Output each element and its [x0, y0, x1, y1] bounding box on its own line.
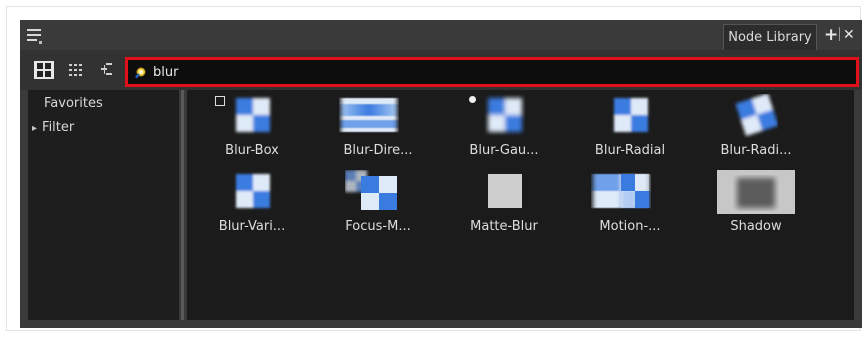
node-item[interactable]: Shadow	[701, 170, 811, 246]
favorite-checkbox[interactable]	[215, 96, 225, 106]
status-dot	[469, 96, 476, 103]
node-item[interactable]: Matte-Blur	[449, 170, 559, 246]
motion-blur-icon	[591, 170, 651, 214]
node-label: Shadow	[730, 219, 782, 234]
node-label: Matte-Blur	[470, 219, 538, 234]
shadow-icon	[717, 170, 795, 214]
node-item[interactable]: Blur-Gau...	[449, 94, 559, 170]
node-item[interactable]: Blur-Radi...	[701, 93, 811, 170]
node-label: Blur-Radial	[594, 143, 666, 158]
tab-node-library[interactable]: Node Library	[723, 24, 817, 50]
node-grid: Blur-Box Blur-Dire... Blur-Gau... Blur-R…	[187, 90, 854, 320]
sidebar-item-favorites[interactable]: Favorites	[44, 96, 103, 112]
toolbar	[20, 50, 862, 90]
expand-arrow-icon[interactable]: ▸	[32, 123, 37, 134]
panel-menu-icon[interactable]	[27, 27, 45, 44]
blur-box-icon	[230, 94, 274, 138]
thumbnail-view-icon[interactable]	[34, 61, 54, 79]
blur-radial-zoom-icon	[734, 93, 779, 138]
list-view-icon[interactable]	[67, 61, 87, 79]
node-item[interactable]: Blur-Vari...	[197, 170, 307, 246]
close-panel-icon[interactable]: ✕	[843, 25, 855, 45]
node-label: Blur-Gau...	[469, 143, 539, 158]
search-bar[interactable]	[125, 57, 859, 87]
node-item[interactable]: Motion-...	[575, 170, 685, 246]
blur-radial-icon	[608, 94, 652, 138]
node-label: Focus-M...	[345, 219, 411, 234]
tree-view-icon[interactable]	[98, 61, 118, 79]
node-label: Motion-...	[599, 219, 661, 234]
node-label: Blur-Vari...	[218, 219, 286, 234]
blur-gaussian-icon	[482, 94, 526, 138]
node-item[interactable]: Blur-Dire...	[323, 94, 433, 170]
panel-splitter[interactable]	[179, 90, 187, 320]
category-sidebar: Favorites ▸ Filter	[28, 90, 179, 320]
node-item[interactable]: Blur-Box	[197, 94, 307, 170]
add-view-icon[interactable]: +	[824, 25, 838, 45]
node-item[interactable]: Focus-M...	[323, 170, 433, 246]
search-icon	[133, 65, 147, 79]
tab-label: Node Library	[728, 30, 812, 45]
sidebar-item-label: Filter	[42, 120, 75, 135]
node-label: Blur-Radi...	[720, 143, 792, 158]
sidebar-item-label: Favorites	[44, 96, 103, 111]
node-label: Blur-Dire...	[343, 143, 413, 158]
blur-variable-icon	[230, 170, 274, 214]
sidebar-item-filter[interactable]: ▸ Filter	[32, 120, 74, 137]
node-item[interactable]: Blur-Radial	[575, 94, 685, 170]
tab-divider	[839, 27, 840, 41]
focus-multiplier-icon	[345, 170, 401, 214]
search-input[interactable]	[153, 62, 843, 82]
blur-directional-icon	[339, 94, 399, 138]
node-label: Blur-Box	[225, 143, 279, 158]
matte-blur-icon	[482, 170, 526, 214]
node-library-panel: Node Library + ✕ blur Favorites ▸ Filter…	[20, 20, 862, 328]
